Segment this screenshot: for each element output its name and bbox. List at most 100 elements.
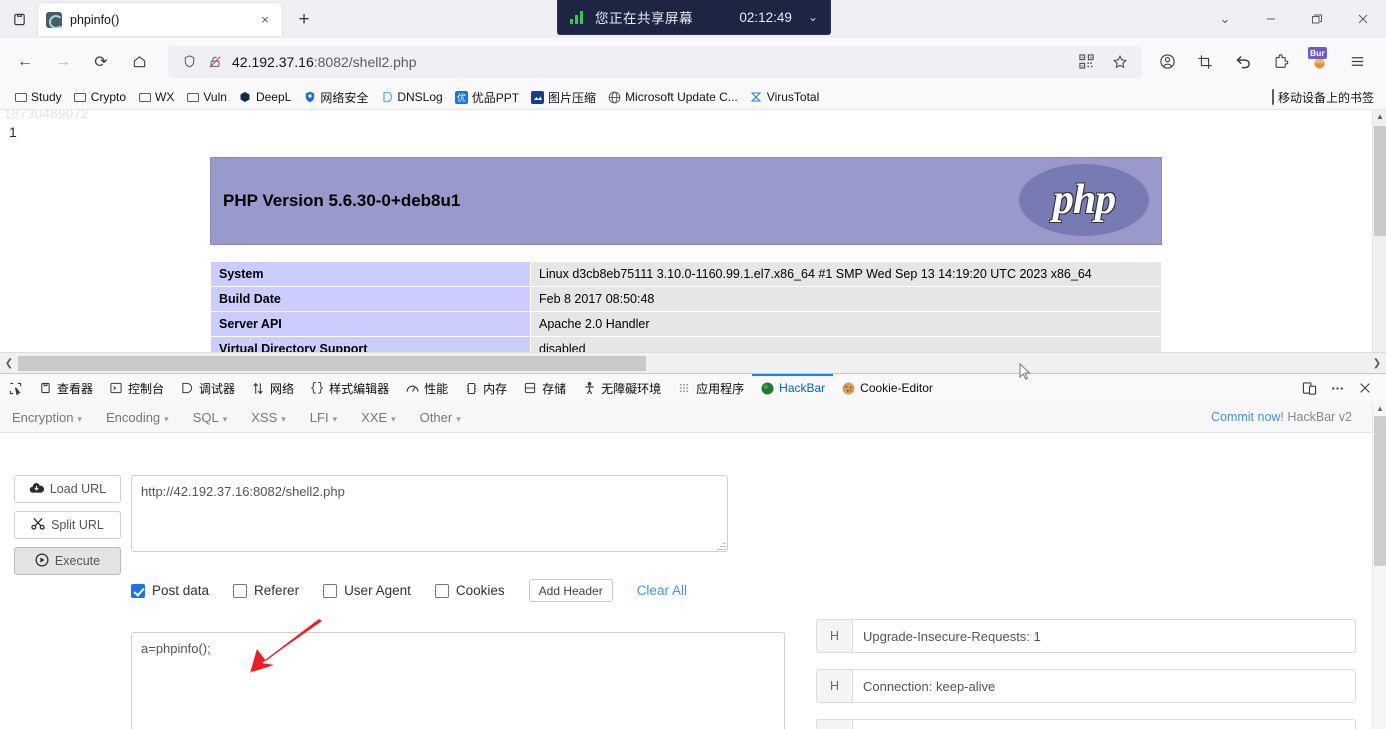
hackbar-menu-sql[interactable]: SQL ▾	[193, 410, 242, 425]
user-agent-checkbox[interactable]: User Agent	[323, 583, 411, 598]
screen-share-banner[interactable]: 您正在共享屏幕 02:12:49 ⌄	[557, 0, 831, 35]
checkbox-box[interactable]	[131, 583, 145, 598]
add-header-button[interactable]: Add Header	[528, 579, 613, 602]
lock-broken-icon[interactable]	[202, 55, 228, 69]
header-value[interactable]: Connection: keep-alive	[853, 670, 1355, 702]
forward-button[interactable]: →	[46, 46, 80, 78]
header-value[interactable]: Accept-Encoding: gzip, deflate	[853, 720, 1355, 729]
scroll-right-arrow[interactable]: ❯	[1368, 358, 1386, 369]
navigation-toolbar: ← → ⟳ 42.192.37.16:8082/shell2.php Bur	[0, 38, 1386, 85]
devtools-tab-cookie-editor[interactable]: Cookie-Editor	[833, 374, 941, 403]
devtools-tab-hackbar[interactable]: HackBar	[752, 374, 833, 403]
hackbar-menu-xxe[interactable]: XXE ▾	[361, 410, 410, 425]
split-url-button[interactable]: Split URL	[14, 511, 121, 539]
address-bar[interactable]: 42.192.37.16:8082/shell2.php	[168, 45, 1142, 78]
shield-icon[interactable]	[176, 54, 202, 69]
back-button[interactable]: ←	[8, 46, 42, 78]
picker-glyph	[8, 381, 22, 395]
puzzle-extension-icon[interactable]	[1264, 46, 1298, 78]
devtools-tab-style-editor[interactable]: {} 样式编辑器	[302, 374, 397, 403]
checkbox-box[interactable]	[323, 583, 338, 598]
header-row[interactable]: H Upgrade-Insecure-Requests: 1	[816, 619, 1356, 653]
bookmark-wx[interactable]: WX	[132, 88, 180, 106]
scrollbar-thumb[interactable]	[1374, 416, 1386, 566]
devtools-tab-accessibility[interactable]: 无障礙环境	[574, 374, 669, 403]
browser-tab[interactable]: phpinfo() ×	[38, 3, 282, 36]
checkbox-box[interactable]	[434, 583, 449, 598]
bookmark-virustotal[interactable]: VirusTotal	[744, 88, 825, 106]
bookmark-image-compress[interactable]: 图片压缩	[525, 87, 602, 108]
header-row[interactable]: H Accept-Encoding: gzip, deflate	[816, 719, 1356, 729]
bookmark-deepl[interactable]: DeepL	[233, 88, 297, 106]
referer-checkbox[interactable]: Referer	[233, 583, 299, 598]
devtools-tab-console[interactable]: 控制台	[101, 374, 172, 403]
commit-now-link[interactable]: Commit now!	[1211, 410, 1284, 424]
devtools-tab-label: 应用程序	[696, 381, 745, 396]
scrollbar-thumb[interactable]	[1374, 126, 1386, 236]
star-icon[interactable]	[1106, 46, 1134, 78]
home-button[interactable]	[122, 46, 156, 78]
scroll-up-arrow[interactable]: ▲	[1373, 112, 1386, 121]
devtools-tab-storage[interactable]: 存储	[515, 374, 574, 403]
burp-extension-icon[interactable]: Bur	[1302, 46, 1336, 78]
hackbar-menu-encryption[interactable]: Encryption ▾	[12, 410, 96, 425]
hackbar-menu-encoding[interactable]: Encoding ▾	[106, 410, 183, 425]
load-url-button[interactable]: Load URL	[14, 475, 121, 503]
hamburger-menu-icon[interactable]	[1340, 46, 1374, 78]
header-value[interactable]: Upgrade-Insecure-Requests: 1	[853, 620, 1355, 652]
minimize-button[interactable]	[1248, 0, 1294, 38]
devtools-tab-network[interactable]: 网络	[243, 374, 302, 403]
undo-arrow-icon[interactable]	[1226, 46, 1260, 78]
hackbar-icon	[760, 381, 774, 395]
reload-button[interactable]: ⟳	[84, 46, 118, 78]
execute-button[interactable]: Execute	[14, 547, 121, 575]
cookies-checkbox[interactable]: Cookies	[434, 583, 505, 598]
responsive-design-icon[interactable]	[1296, 375, 1322, 401]
bookmark-network-security[interactable]: 网络安全	[297, 87, 374, 108]
hackbar-menu-lfi[interactable]: LFI ▾	[310, 410, 351, 425]
close-tab-icon[interactable]: ×	[256, 11, 274, 29]
account-icon[interactable]	[1150, 46, 1184, 78]
url-input[interactable]	[131, 475, 728, 552]
scrollbar-thumb[interactable]	[18, 355, 646, 371]
page-horizontal-scrollbar[interactable]: ❮ ❯	[0, 352, 1386, 373]
scrollbar-track[interactable]	[18, 355, 1368, 371]
hackbar-menu-other[interactable]: Other ▾	[420, 410, 475, 425]
devtools-tab-memory[interactable]: 内存	[456, 374, 515, 403]
new-tab-button[interactable]: +	[288, 5, 320, 35]
page-vertical-scrollbar[interactable]: ▲	[1372, 110, 1386, 352]
bookmark-dnslog[interactable]: DNSLog	[374, 88, 448, 106]
close-icon[interactable]	[1352, 375, 1378, 401]
bookmark-label: Microsoft Update C...	[625, 90, 738, 104]
crop-screenshot-icon[interactable]	[1188, 46, 1222, 78]
mobile-bookmarks-button[interactable]: 移动设备上的书签	[1271, 89, 1378, 106]
bookmark-crypto[interactable]: Crypto	[68, 88, 132, 106]
hackbar-menu-xss[interactable]: XSS ▾	[251, 410, 300, 425]
scroll-left-arrow[interactable]: ❮	[0, 358, 18, 369]
close-window-button[interactable]	[1340, 0, 1386, 38]
devtools-tab-inspector[interactable]: 查看器	[30, 374, 101, 403]
inspector-picker-icon[interactable]	[4, 374, 30, 403]
more-options-icon[interactable]	[1324, 375, 1350, 401]
qr-code-icon[interactable]	[1072, 46, 1100, 78]
bookmark-microsoft-update[interactable]: Microsoft Update C...	[602, 88, 744, 106]
tab-list-icon[interactable]	[0, 0, 38, 38]
hackbar-vertical-scrollbar[interactable]: ▲	[1372, 402, 1386, 729]
post-data-checkbox[interactable]: Post data	[131, 583, 209, 598]
clear-all-link[interactable]: Clear All	[637, 583, 687, 598]
restore-button[interactable]	[1294, 0, 1340, 38]
scroll-up-arrow[interactable]: ▲	[1373, 404, 1386, 413]
devtools-tab-performance[interactable]: 性能	[397, 374, 456, 403]
header-row[interactable]: H Connection: keep-alive	[816, 669, 1356, 703]
chevron-down-icon[interactable]: ⌄	[1202, 0, 1248, 38]
php-logo-text: php	[1052, 177, 1116, 223]
bookmark-study[interactable]: Study	[8, 88, 68, 106]
devtools-tab-application[interactable]: 应用程序	[669, 374, 752, 403]
devtools-tab-debugger[interactable]: 调试器	[172, 374, 243, 403]
post-data-input[interactable]	[131, 632, 785, 729]
chevron-down-icon[interactable]: ⌄	[808, 10, 818, 24]
bookmark-vuln[interactable]: Vuln	[180, 88, 233, 106]
shield-blue-icon	[303, 91, 316, 104]
checkbox-box[interactable]	[233, 583, 248, 598]
bookmark-ppt[interactable]: 优优品PPT	[449, 87, 525, 108]
